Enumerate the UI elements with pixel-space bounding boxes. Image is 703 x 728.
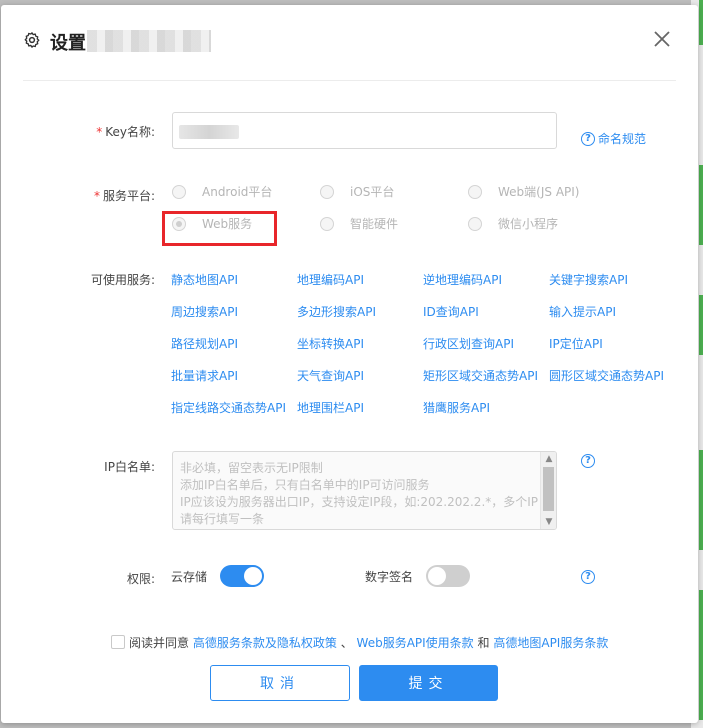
radio-circle bbox=[320, 216, 334, 231]
settings-dialog: 设置 * Key名称: ? 命名规范 * 服务平台: Android平台 iOS平台… bbox=[1, 5, 698, 723]
help-icon: ? bbox=[581, 454, 595, 468]
background-accent-bar bbox=[699, 450, 703, 550]
agreement-checkbox[interactable] bbox=[111, 635, 125, 649]
api-link[interactable]: 关键字搜索API bbox=[549, 271, 628, 288]
radio-label: Web端(JS API) bbox=[498, 185, 580, 199]
radio-smart-hardware[interactable]: 智能硬件 bbox=[320, 215, 398, 232]
api-link[interactable]: 逆地理编码API bbox=[423, 271, 502, 288]
radio-web-js[interactable]: Web端(JS API) bbox=[468, 183, 579, 200]
scrollbar-thumb[interactable] bbox=[543, 467, 554, 511]
api-link[interactable]: 坐标转换API bbox=[297, 335, 364, 352]
terms-privacy-link[interactable]: 高德服务条款及隐私权政策 bbox=[193, 636, 337, 650]
api-link[interactable]: 批量请求API bbox=[171, 367, 238, 384]
radio-circle bbox=[468, 216, 482, 231]
radio-circle bbox=[172, 184, 186, 199]
agreement-separator: 和 bbox=[477, 636, 490, 650]
api-link[interactable]: 地理编码API bbox=[297, 271, 364, 288]
api-link[interactable]: 天气查询API bbox=[297, 367, 364, 384]
background-accent-bar bbox=[699, 590, 703, 720]
agreement-text: 阅读并同意 高德服务条款及隐私权政策 、 Web服务API使用条款 和 高德地图… bbox=[129, 634, 608, 651]
help-icon: ? bbox=[581, 131, 595, 146]
cancel-button[interactable]: 取消 bbox=[210, 665, 350, 701]
background-accent-bar bbox=[699, 165, 703, 245]
dialog-title: 设置 bbox=[50, 33, 86, 54]
ip-whitelist-label: IP白名单: bbox=[104, 460, 155, 474]
key-name-label: * Key名称: bbox=[96, 125, 155, 139]
ip-whitelist-textarea[interactable]: 非必填，留空表示无IP限制 添加IP白名单后，只有白名单中的IP可访问服务 IP… bbox=[172, 451, 557, 530]
api-link[interactable]: 猎鹰服务API bbox=[423, 399, 490, 416]
close-icon[interactable] bbox=[652, 29, 672, 49]
radio-ios[interactable]: iOS平台 bbox=[320, 183, 394, 200]
api-link[interactable]: 静态地图API bbox=[171, 271, 238, 288]
placeholder-line: 非必填，留空表示无IP限制 bbox=[180, 461, 323, 475]
permissions-help[interactable]: ? bbox=[581, 570, 595, 584]
scroll-up-arrow-icon[interactable]: ▲ bbox=[544, 454, 554, 464]
background-accent-bar bbox=[699, 295, 703, 355]
api-link[interactable]: ID查询API bbox=[423, 303, 479, 320]
naming-rule-text: 命名规范 bbox=[598, 132, 647, 146]
placeholder-line: IP应该设为服务器出口IP，支持设定IP段，如:202.202.2.*，多个IP bbox=[180, 495, 539, 509]
api-link[interactable]: 圆形区域交通态势API bbox=[549, 367, 664, 384]
cloud-storage-label: 云存储 bbox=[171, 570, 208, 584]
service-platform-label: * 服务平台: bbox=[93, 189, 155, 203]
toggle-knob bbox=[428, 567, 446, 585]
api-link[interactable]: 路径规划API bbox=[171, 335, 238, 352]
redacted-key-name bbox=[179, 125, 239, 139]
gear-icon bbox=[24, 32, 40, 48]
api-link[interactable]: 地理围栏API bbox=[297, 399, 364, 416]
submit-button[interactable]: 提交 bbox=[359, 665, 498, 701]
radio-android[interactable]: Android平台 bbox=[172, 183, 272, 200]
radio-circle bbox=[320, 184, 334, 199]
radio-label: 智能硬件 bbox=[350, 217, 399, 231]
api-link[interactable]: 多边形搜索API bbox=[297, 303, 376, 320]
map-api-terms-link[interactable]: 高德地图API服务条款 bbox=[493, 636, 608, 650]
toggle-knob bbox=[244, 567, 262, 585]
digital-signature-toggle[interactable] bbox=[426, 565, 470, 587]
agreement-separator: 、 bbox=[340, 636, 353, 650]
key-name-input[interactable] bbox=[172, 112, 557, 149]
api-link[interactable]: 矩形区域交通态势API bbox=[423, 367, 538, 384]
radio-circle bbox=[468, 184, 482, 199]
api-link[interactable]: IP定位API bbox=[549, 335, 603, 352]
highlight-box bbox=[162, 211, 277, 246]
ip-whitelist-placeholder: 非必填，留空表示无IP限制 添加IP白名单后，只有白名单中的IP可访问服务 IP… bbox=[180, 460, 539, 528]
radio-wechat-miniprogram[interactable]: 微信小程序 bbox=[468, 215, 558, 232]
api-link[interactable]: 周边搜索API bbox=[171, 303, 238, 320]
api-link[interactable]: 输入提示API bbox=[549, 303, 616, 320]
ip-whitelist-help[interactable]: ? bbox=[581, 454, 595, 468]
web-service-terms-link[interactable]: Web服务API使用条款 bbox=[357, 636, 474, 650]
redacted-title-suffix bbox=[87, 30, 211, 52]
cloud-storage-toggle[interactable] bbox=[220, 565, 264, 587]
api-link[interactable]: 行政区划查询API bbox=[423, 335, 514, 352]
radio-label: Android平台 bbox=[202, 185, 273, 199]
radio-label: iOS平台 bbox=[350, 185, 395, 199]
background-accent-bar bbox=[699, 0, 703, 45]
api-link[interactable]: 指定线路交通态势API bbox=[171, 399, 286, 416]
dialog-header: 设置 bbox=[23, 27, 676, 81]
agreement-prefix: 阅读并同意 bbox=[129, 636, 190, 650]
available-services-label: 可使用服务: bbox=[90, 273, 155, 287]
placeholder-line: 请每行填写一条 bbox=[180, 512, 265, 526]
digital-signature-label: 数字签名 bbox=[365, 570, 414, 584]
permissions-label: 权限: bbox=[126, 572, 155, 586]
textarea-scrollbar[interactable]: ▲ ▼ bbox=[540, 452, 556, 529]
naming-rule-link[interactable]: ? 命名规范 bbox=[581, 130, 646, 147]
scroll-down-arrow-icon[interactable]: ▼ bbox=[544, 517, 554, 527]
help-icon: ? bbox=[581, 570, 595, 584]
radio-label: 微信小程序 bbox=[498, 217, 559, 231]
placeholder-line: 添加IP白名单后，只有白名单中的IP可访问服务 bbox=[180, 478, 430, 492]
